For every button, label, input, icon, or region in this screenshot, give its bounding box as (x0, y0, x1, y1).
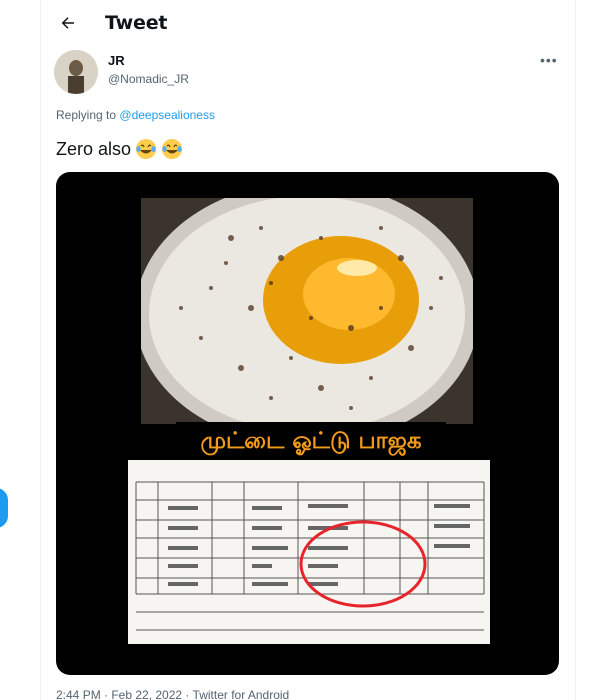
tweet-timestamp[interactable]: 2:44 PM · Feb 22, 2022 · Twitter for And… (56, 688, 289, 700)
tweet-body: Zero also (56, 138, 132, 159)
page-title: Tweet (105, 12, 168, 34)
image-caption: முட்டை ஓட்டு பாஜக (176, 422, 446, 460)
more-options-icon[interactable]: ••• (540, 52, 558, 68)
compose-fab-button[interactable] (0, 488, 8, 528)
author-handle[interactable]: @Nomadic_JR (108, 72, 189, 86)
author-name[interactable]: JR (108, 53, 125, 68)
face-with-tears-of-joy-icon (135, 138, 157, 160)
back-arrow-icon[interactable] (57, 12, 79, 34)
voting-result-document (128, 460, 490, 644)
avatar[interactable] (54, 50, 98, 94)
tweet-text: Zero also (56, 138, 183, 160)
replying-to-line: Replying to @deepsealioness (56, 108, 215, 122)
replying-to-prefix: Replying to (56, 108, 117, 122)
face-with-tears-of-joy-icon (161, 138, 183, 160)
tweet-media[interactable]: முட்டை ஓட்டு பாஜக (56, 172, 559, 675)
timeline-border-left (40, 0, 41, 700)
replying-to-link[interactable]: @deepsealioness (119, 108, 215, 122)
egg-dosa-photo (141, 198, 473, 424)
timeline-border-right (575, 0, 576, 700)
tweet-header: Tweet (41, 0, 575, 46)
